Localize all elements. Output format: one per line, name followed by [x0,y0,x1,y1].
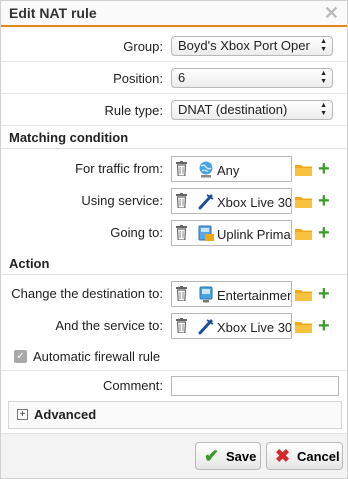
folder-icon[interactable] [295,196,312,208]
save-button[interactable]: ✔ Save [195,442,261,470]
add-icon[interactable]: + [318,284,330,304]
group-select[interactable]: Boyd's Xbox Port Oper ▲ ▼ [171,36,333,56]
action-section: Action [1,250,347,275]
going-to-object-field[interactable]: Uplink Primary [171,220,292,246]
trash-icon[interactable] [176,286,187,301]
traffic-from-label: For traffic from: [75,161,163,176]
matching-condition-section: Matching condition [1,124,347,149]
change-destination-object-name: Entertainment [217,288,292,303]
change-service-row: And the service to: Xbox Live 307 + [1,307,347,343]
add-icon[interactable]: + [318,223,330,243]
save-button-label: Save [226,449,257,464]
dialog-titlebar: Edit NAT rule ✕ [1,1,347,27]
change-destination-object-field[interactable]: Entertainment [171,281,292,307]
folder-icon[interactable] [295,228,312,240]
advanced-label: Advanced [34,407,97,422]
network-globe-icon [199,161,213,178]
rule-type-row: Rule type: DNAT (destination) ▲ ▼ [1,94,347,126]
checkmark-icon: ✔ [204,446,220,466]
traffic-from-object-name: Any [217,163,240,178]
add-icon[interactable]: + [318,159,330,179]
traffic-from-object-field[interactable]: Any [171,156,292,182]
cancel-button-label: Cancel [297,449,340,464]
going-to-label: Going to: [110,225,163,240]
folder-icon[interactable] [295,289,312,301]
group-row: Group: Boyd's Xbox Port Oper ▲ ▼ [1,30,347,62]
auto-firewall-checkbox[interactable]: ✓ [14,350,27,363]
going-to-object-name: Uplink Primary [217,227,291,242]
auto-firewall-row: ✓ Automatic firewall rule [1,343,347,371]
edit-nat-rule-dialog: Edit NAT rule ✕ Group: Boyd's Xbox Port … [0,0,348,479]
change-service-label: And the service to: [55,318,163,333]
host-icon [199,286,213,303]
using-service-object-field[interactable]: Xbox Live 307 [171,188,292,214]
dialog-title: Edit NAT rule [9,5,97,21]
service-icon [198,194,214,210]
folder-icon[interactable] [295,321,312,333]
add-icon[interactable]: + [318,191,330,211]
trash-icon[interactable] [176,193,187,208]
select-arrows-icon: ▲ ▼ [320,102,327,117]
position-select-value: 6 [178,70,186,85]
cancel-button[interactable]: ✖ Cancel [266,442,343,470]
close-icon[interactable]: ✕ [324,3,339,23]
rule-type-select[interactable]: DNAT (destination) ▲ ▼ [171,100,333,120]
comment-label: Comment: [103,378,163,393]
folder-icon[interactable] [295,164,312,176]
change-service-object-field[interactable]: Xbox Live 307 [171,313,292,339]
comment-row: Comment: [1,372,347,400]
add-icon[interactable]: + [318,316,330,336]
service-icon [198,319,214,335]
trash-icon[interactable] [176,318,187,333]
position-label: Position: [113,71,163,86]
cancel-x-icon: ✖ [275,446,291,466]
group-label: Group: [123,39,163,54]
advanced-panel[interactable]: + Advanced [8,401,342,429]
position-select[interactable]: 6 ▲ ▼ [171,68,333,88]
comment-input[interactable] [171,376,339,396]
select-arrows-icon: ▲ ▼ [320,70,327,85]
rule-type-label: Rule type: [104,103,163,118]
action-title: Action [9,256,50,271]
position-row: Position: 6 ▲ ▼ [1,62,347,94]
change-service-object-name: Xbox Live 307 [217,320,292,335]
trash-icon[interactable] [176,161,187,176]
interface-icon [198,225,214,241]
traffic-from-row: For traffic from: Any + [1,150,347,186]
select-arrows-icon: ▲ ▼ [320,38,327,53]
trash-icon[interactable] [176,225,187,240]
auto-firewall-label: Automatic firewall rule [33,349,161,364]
using-service-row: Using service: Xbox Live 307 + [1,182,347,218]
going-to-row: Going to: Uplink Primary + [1,214,347,250]
change-destination-row: Change the destination to: Entertainment… [1,275,347,311]
matching-condition-title: Matching condition [9,130,129,145]
change-destination-label: Change the destination to: [11,286,163,301]
using-service-label: Using service: [81,193,163,208]
expand-icon[interactable]: + [17,409,28,420]
using-service-object-name: Xbox Live 307 [217,195,292,210]
dialog-footer: ✔ Save ✖ Cancel [1,433,347,478]
rule-type-select-value: DNAT (destination) [178,102,288,117]
group-select-value: Boyd's Xbox Port Oper [178,38,310,53]
